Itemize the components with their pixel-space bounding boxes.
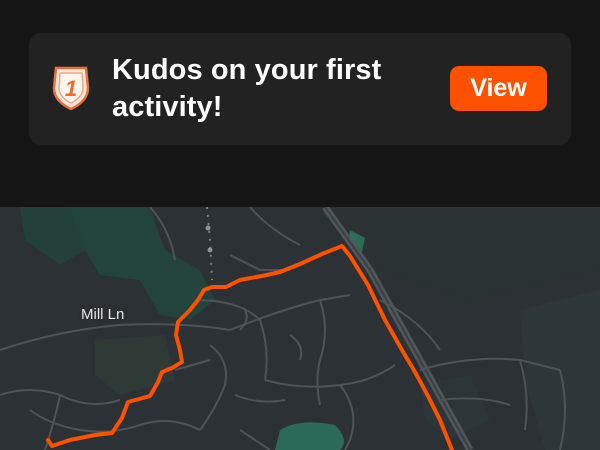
notification-message: Kudos on your first activity!: [112, 54, 382, 123]
park-area: [95, 335, 175, 395]
street-label-mill-ln: Mill Ln: [81, 306, 125, 323]
footpath: [206, 207, 213, 281]
route-map[interactable]: [0, 207, 600, 450]
view-button[interactable]: View: [450, 66, 547, 111]
badge-number: 1: [65, 76, 77, 101]
shield-badge-icon: 1: [52, 66, 90, 111]
map-canvas: [0, 207, 600, 450]
park-area: [275, 422, 344, 450]
